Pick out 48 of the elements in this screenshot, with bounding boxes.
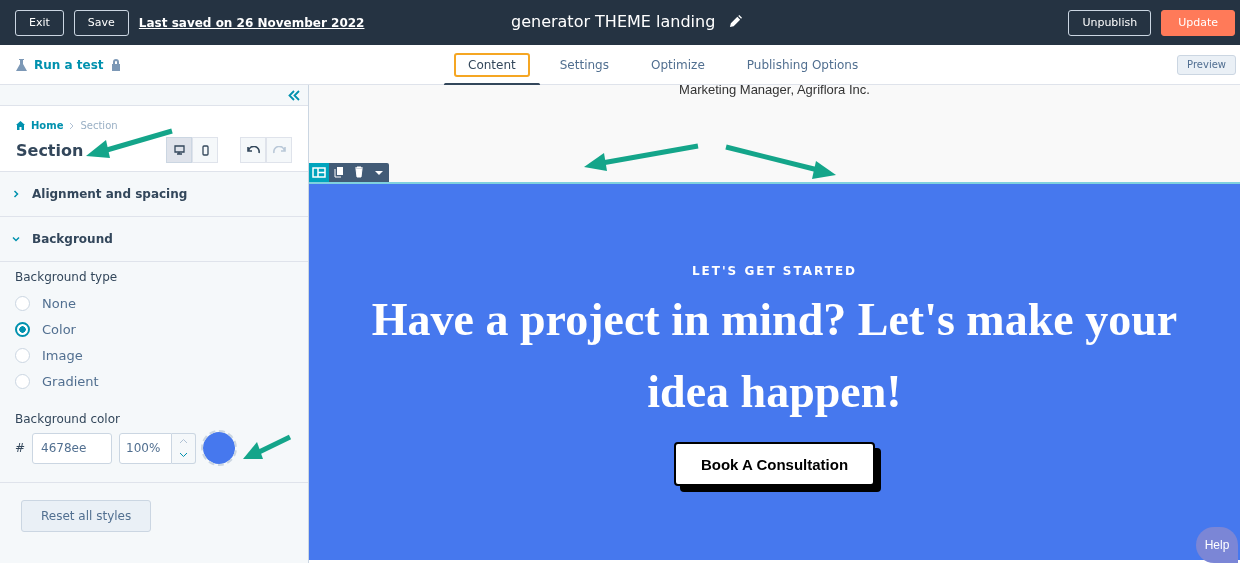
flask-icon [16, 58, 27, 71]
opacity-input-field[interactable]: 100% [119, 432, 173, 464]
field-label: Background type [15, 270, 119, 284]
reset-button[interactable]: Reset all styles [21, 500, 152, 532]
radio-label: None [42, 295, 76, 311]
radio-label: Color [42, 321, 76, 337]
undo-button[interactable] [240, 137, 266, 163]
lock-icon [110, 58, 121, 71]
run-test-link[interactable]: Run a test [34, 57, 104, 72]
color-swatch[interactable] [203, 432, 236, 464]
tab[interactable]: Content [454, 52, 530, 77]
hero-heading: Have a project in mind? Let's make your idea happen! [370, 293, 1179, 419]
accordion-label: Alignment and spacing [32, 187, 188, 201]
unpublish-button[interactable]: Unpublish [1068, 9, 1152, 36]
tab[interactable]: Settings [547, 52, 621, 77]
radio-label: Image [42, 347, 83, 363]
toolbar-button[interactable]: Exit [15, 9, 64, 36]
tab[interactable]: Publishing Options [734, 52, 871, 77]
radio-label: Gradient [42, 373, 99, 389]
home-icon [16, 121, 25, 130]
chevron-right-icon [69, 121, 75, 130]
collapse-icon[interactable] [288, 89, 300, 101]
last-saved-link[interactable]: Last saved on 26 November 2022 [138, 15, 365, 30]
chevron-down-icon[interactable] [179, 452, 189, 459]
chevron-down-icon [12, 235, 20, 243]
accordion-label: Background [32, 232, 113, 246]
breadcrumb-link[interactable]: Home [31, 120, 64, 131]
chevron-right-icon [12, 190, 20, 198]
hex-input-field[interactable]: 4678ee [32, 432, 113, 464]
pencil-icon[interactable] [729, 15, 743, 28]
toolbar-button[interactable]: Save [73, 9, 129, 36]
mobile-view-button[interactable] [192, 137, 218, 163]
field-label: Background color [15, 412, 121, 426]
redo-icon [272, 145, 286, 155]
preview-button[interactable]: Preview [1177, 54, 1236, 75]
radio-button[interactable] [15, 321, 30, 337]
hash-label: # [15, 441, 26, 455]
breadcrumb-current: Section [80, 120, 118, 131]
annotation-arrow [241, 434, 293, 462]
monitor-icon [173, 145, 185, 155]
tab[interactable]: Optimize [638, 52, 717, 77]
phone-icon [201, 144, 209, 156]
panel-title: Section [16, 140, 85, 160]
desktop-view-button[interactable] [166, 137, 192, 163]
eyebrow-text: LET'S GET STARTED [691, 264, 858, 278]
caption-text: Marketing Manager, Agriflora Inc. [679, 82, 870, 97]
page-title: generator THEME landing [511, 12, 716, 31]
undo-icon [246, 145, 260, 155]
